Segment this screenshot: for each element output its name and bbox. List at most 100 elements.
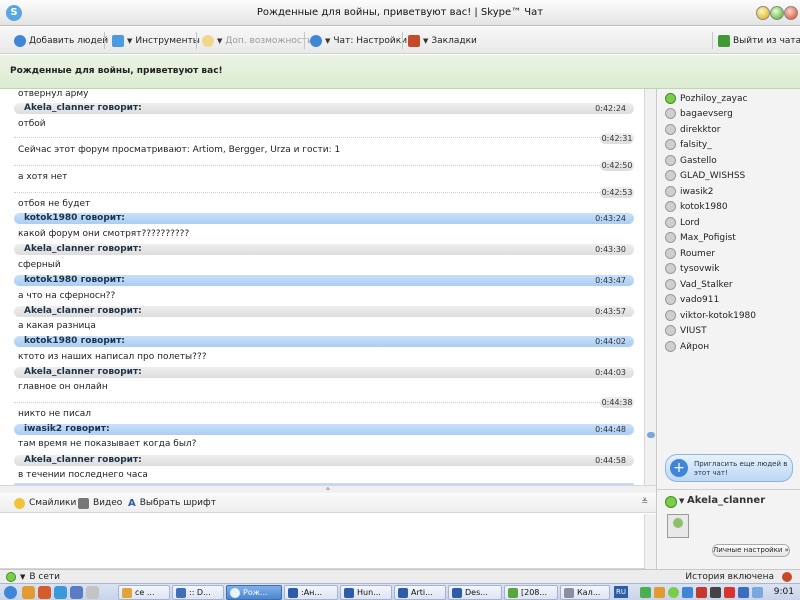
participant-item[interactable]: bagaevserg xyxy=(665,107,733,120)
participant-item[interactable]: viktor-kotok1980 xyxy=(665,309,756,322)
participant-item[interactable]: kotok1980 xyxy=(665,200,728,213)
chat-settings-menu[interactable]: ▼ Чат: Настройки xyxy=(310,34,407,48)
dropdown-arrow-icon: ▼ xyxy=(127,37,133,45)
add-people-button[interactable]: Добавить людей xyxy=(14,34,108,48)
taskbar-button-active[interactable]: Рож... xyxy=(226,585,282,600)
participant-item[interactable]: Айрон xyxy=(665,340,709,353)
history-icon[interactable] xyxy=(782,572,792,582)
participant-name: direkktor xyxy=(680,124,721,135)
offline-status-icon xyxy=(665,217,676,228)
quicklaunch-icon[interactable] xyxy=(54,586,67,599)
message-time: 0:43:47 xyxy=(595,276,626,285)
tray-icon[interactable] xyxy=(738,587,749,598)
offline-status-icon xyxy=(665,155,676,166)
leave-chat-button[interactable]: Выйти из чата xyxy=(718,34,800,48)
exit-icon xyxy=(718,35,730,47)
quicklaunch-icon[interactable] xyxy=(38,586,51,599)
taskbar-button[interactable]: :: D... xyxy=(172,585,224,600)
participant-item[interactable]: Roumer xyxy=(665,247,715,260)
participant-item[interactable]: Vad_Stalker xyxy=(665,278,733,291)
resize-handle[interactable]: ⋄ xyxy=(0,485,656,493)
tray-icon[interactable] xyxy=(640,587,651,598)
close-button[interactable] xyxy=(784,6,798,20)
quicklaunch-icon[interactable] xyxy=(22,586,35,599)
video-button[interactable]: Видео xyxy=(78,497,122,509)
skype-tray-icon[interactable] xyxy=(668,587,679,598)
participant-item[interactable]: vado911 xyxy=(665,293,719,306)
offline-status-icon xyxy=(665,186,676,197)
extras-menu[interactable]: ▼ Доп. возможности xyxy=(202,34,313,48)
participant-item[interactable]: direkktor xyxy=(665,123,720,136)
minimize-button[interactable] xyxy=(756,6,770,20)
participant-name: vado911 xyxy=(680,294,720,305)
tray-icon[interactable] xyxy=(724,587,735,598)
title-bar: S Рожденные для войны, приветвуют вас! |… xyxy=(0,0,800,26)
avatar[interactable] xyxy=(667,514,689,538)
sender-name: Akela_clanner говорит: xyxy=(24,367,142,377)
settings-icon xyxy=(310,35,322,47)
sender-name: iwasik2 говорит: xyxy=(24,424,110,434)
message-time: 0:44:02 xyxy=(595,337,626,346)
language-indicator[interactable]: RU xyxy=(614,586,628,598)
tools-menu[interactable]: ▼ Инструменты xyxy=(112,34,200,48)
extras-icon xyxy=(202,35,214,47)
tray-icon[interactable] xyxy=(654,587,665,598)
toolbar-separator xyxy=(196,32,197,49)
message-time: 0:42:24 xyxy=(595,104,626,113)
taskbar-button[interactable]: [208... xyxy=(504,585,558,600)
sender-name: Akela_clanner говорит: xyxy=(24,306,142,316)
message-text: сферный xyxy=(18,260,61,270)
participant-item[interactable]: falsity_ xyxy=(665,138,712,151)
maximize-button[interactable] xyxy=(770,6,784,20)
choose-font-button[interactable]: A Выбрать шрифт xyxy=(128,497,216,509)
chat-history[interactable]: отвернул арму Akela_clanner говорит: 0:4… xyxy=(8,89,644,485)
clock[interactable]: 9:01 xyxy=(774,587,794,597)
participant-item[interactable]: GLAD_WISHSS xyxy=(665,169,745,182)
message-time-row: 0:42:53 xyxy=(14,187,634,198)
taskbar-button[interactable]: Кал... xyxy=(560,585,610,600)
online-status-icon[interactable] xyxy=(665,496,677,508)
smileys-button[interactable]: Смайлики xyxy=(14,497,76,509)
participant-item[interactable]: VIUST xyxy=(665,324,707,337)
add-people-label: Добавить людей xyxy=(29,36,109,46)
personal-settings-button[interactable]: Личные настройки » xyxy=(712,544,790,557)
taskbar-button-label: се ... xyxy=(135,588,155,597)
tray-icon[interactable] xyxy=(696,587,707,598)
bookmarks-label: Закладки xyxy=(431,36,477,46)
smileys-label: Смайлики xyxy=(29,498,77,508)
quicklaunch-icon[interactable] xyxy=(86,586,99,599)
video-icon xyxy=(78,497,89,509)
participant-item[interactable]: Pozhiloy_zayac xyxy=(665,92,747,105)
tray-icon[interactable] xyxy=(682,587,693,598)
toolbar: Добавить людей ▼ Инструменты ▼ Доп. возм… xyxy=(0,27,800,54)
taskbar-button[interactable]: Hun... xyxy=(340,585,392,600)
dropdown-arrow-icon[interactable]: ▼ xyxy=(679,497,684,505)
invite-people-button[interactable]: + Пригласить еще людей в этот чат! xyxy=(665,454,793,482)
online-status-selector[interactable]: ▼ В сети xyxy=(6,572,60,582)
taskbar-button-label: :: D... xyxy=(189,588,211,597)
tools-label: Инструменты xyxy=(135,36,200,46)
start-icon[interactable] xyxy=(4,586,17,599)
taskbar-button[interactable]: се ... xyxy=(118,585,170,600)
arrow-up-icon xyxy=(112,35,124,47)
participant-item[interactable]: Lord xyxy=(665,216,700,229)
speaker-icon[interactable] xyxy=(752,587,763,598)
taskbar-button[interactable]: Arti... xyxy=(394,585,446,600)
message-input[interactable] xyxy=(0,514,656,569)
offline-status-icon xyxy=(665,108,676,119)
tray-icon[interactable] xyxy=(710,587,721,598)
scrollbar-thumb[interactable] xyxy=(647,432,655,438)
participant-item[interactable]: iwasik2 xyxy=(665,185,714,198)
taskbar-button[interactable]: Des... xyxy=(448,585,502,600)
participant-item[interactable]: tysovwik xyxy=(665,262,719,275)
expand-icon[interactable]: ≚ xyxy=(641,497,648,506)
offline-status-icon xyxy=(665,294,676,305)
chat-scrollbar[interactable] xyxy=(644,89,656,485)
participant-name: bagaevserg xyxy=(680,108,733,119)
participant-item[interactable]: Max_Pofigist xyxy=(665,231,736,244)
input-scrollbar[interactable] xyxy=(644,514,656,569)
taskbar-button[interactable]: :Ан... xyxy=(284,585,338,600)
participant-item[interactable]: Gastello xyxy=(665,154,717,167)
quicklaunch-icon[interactable] xyxy=(70,586,83,599)
bookmarks-menu[interactable]: ▼ Закладки xyxy=(408,34,477,48)
